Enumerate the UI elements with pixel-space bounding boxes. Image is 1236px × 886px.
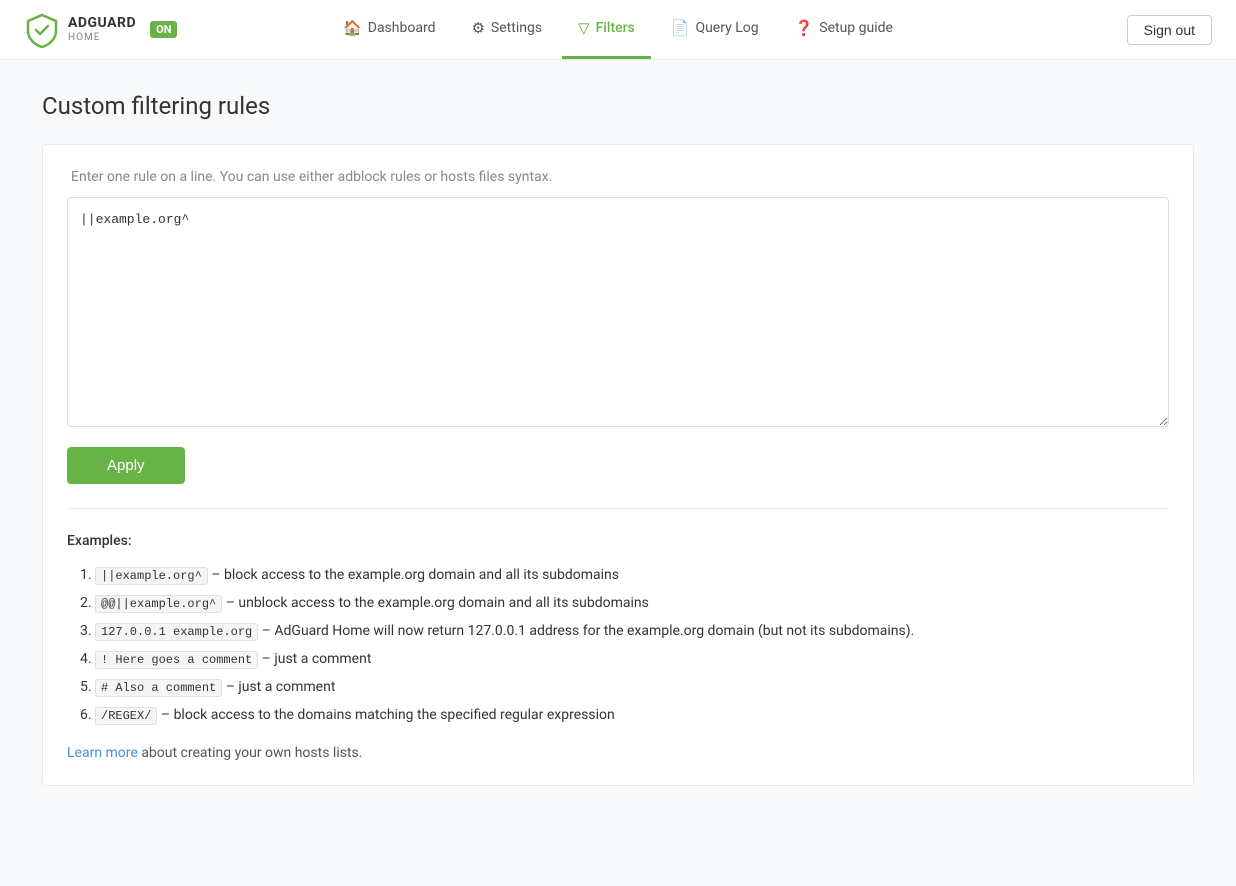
example-code-4: ! Here goes a comment (95, 651, 258, 669)
example-desc-5: – just a comment (226, 679, 336, 695)
sign-out-button[interactable]: Sign out (1127, 15, 1212, 45)
logo-brand: ADGUARD (68, 16, 136, 31)
nav-querylog-label: Query Log (695, 20, 758, 36)
main-nav: 🏠 Dashboard ⚙ Settings ▽ Filters 📄 Query… (327, 0, 909, 59)
page-title: Custom filtering rules (42, 92, 1194, 120)
main-content: Custom filtering rules Enter one rule on… (18, 60, 1218, 818)
list-item: 127.0.0.1 example.org – AdGuard Home wil… (95, 617, 1169, 645)
examples-title: Examples: (67, 533, 1169, 549)
nav-settings-label: Settings (491, 20, 542, 36)
nav-dashboard-label: Dashboard (368, 20, 436, 36)
home-icon: 🏠 (343, 19, 362, 37)
nav-settings[interactable]: ⚙ Settings (455, 0, 558, 59)
logo-area: ADGUARD HOME ON (24, 12, 177, 48)
querylog-icon: 📄 (671, 19, 690, 37)
example-desc-1: – block access to the example.org domain… (211, 567, 619, 583)
list-item: # Also a comment – just a comment (95, 673, 1169, 701)
example-code-5: # Also a comment (95, 679, 222, 697)
examples-list: ||example.org^ – block access to the exa… (67, 561, 1169, 729)
nav-setup[interactable]: ❓ Setup guide (779, 0, 909, 59)
example-desc-6: – block access to the domains matching t… (161, 707, 615, 723)
examples-section: Examples: ||example.org^ – block access … (67, 533, 1169, 761)
list-item: ! Here goes a comment – just a comment (95, 645, 1169, 673)
nav-filters-label: Filters (596, 20, 635, 36)
nav-querylog[interactable]: 📄 Query Log (655, 0, 775, 59)
list-item: @@||example.org^ – unblock access to the… (95, 589, 1169, 617)
logo-text: ADGUARD HOME (68, 16, 136, 42)
rules-textarea[interactable]: ||example.org^ (67, 197, 1169, 427)
learn-more-paragraph: Learn more about creating your own hosts… (67, 745, 1169, 761)
settings-icon: ⚙ (471, 19, 484, 37)
logo-icon (24, 12, 60, 48)
example-code-2: @@||example.org^ (95, 595, 222, 613)
header: ADGUARD HOME ON 🏠 Dashboard ⚙ Settings ▽… (0, 0, 1236, 60)
filtering-rules-card: Enter one rule on a line. You can use ei… (42, 144, 1194, 786)
example-code-3: 127.0.0.1 example.org (95, 623, 258, 641)
nav-dashboard[interactable]: 🏠 Dashboard (327, 0, 451, 59)
nav-setup-label: Setup guide (819, 20, 893, 36)
apply-button[interactable]: Apply (67, 447, 185, 484)
example-desc-3: – AdGuard Home will now return 127.0.0.1… (262, 623, 915, 639)
logo-sub: HOME (68, 32, 136, 43)
help-icon: ❓ (795, 19, 814, 37)
filter-icon: ▽ (578, 19, 590, 37)
example-code-1: ||example.org^ (95, 567, 208, 585)
hint-text: Enter one rule on a line. You can use ei… (67, 169, 1169, 185)
section-divider (67, 508, 1169, 509)
example-desc-4: – just a comment (262, 651, 372, 667)
list-item: ||example.org^ – block access to the exa… (95, 561, 1169, 589)
learn-more-link[interactable]: Learn more (67, 745, 138, 761)
example-code-6: /REGEX/ (95, 707, 157, 725)
status-badge: ON (150, 21, 177, 38)
learn-more-suffix: about creating your own hosts lists. (141, 745, 362, 761)
nav-filters[interactable]: ▽ Filters (562, 0, 651, 59)
list-item: /REGEX/ – block access to the domains ma… (95, 701, 1169, 729)
example-desc-2: – unblock access to the example.org doma… (226, 595, 649, 611)
